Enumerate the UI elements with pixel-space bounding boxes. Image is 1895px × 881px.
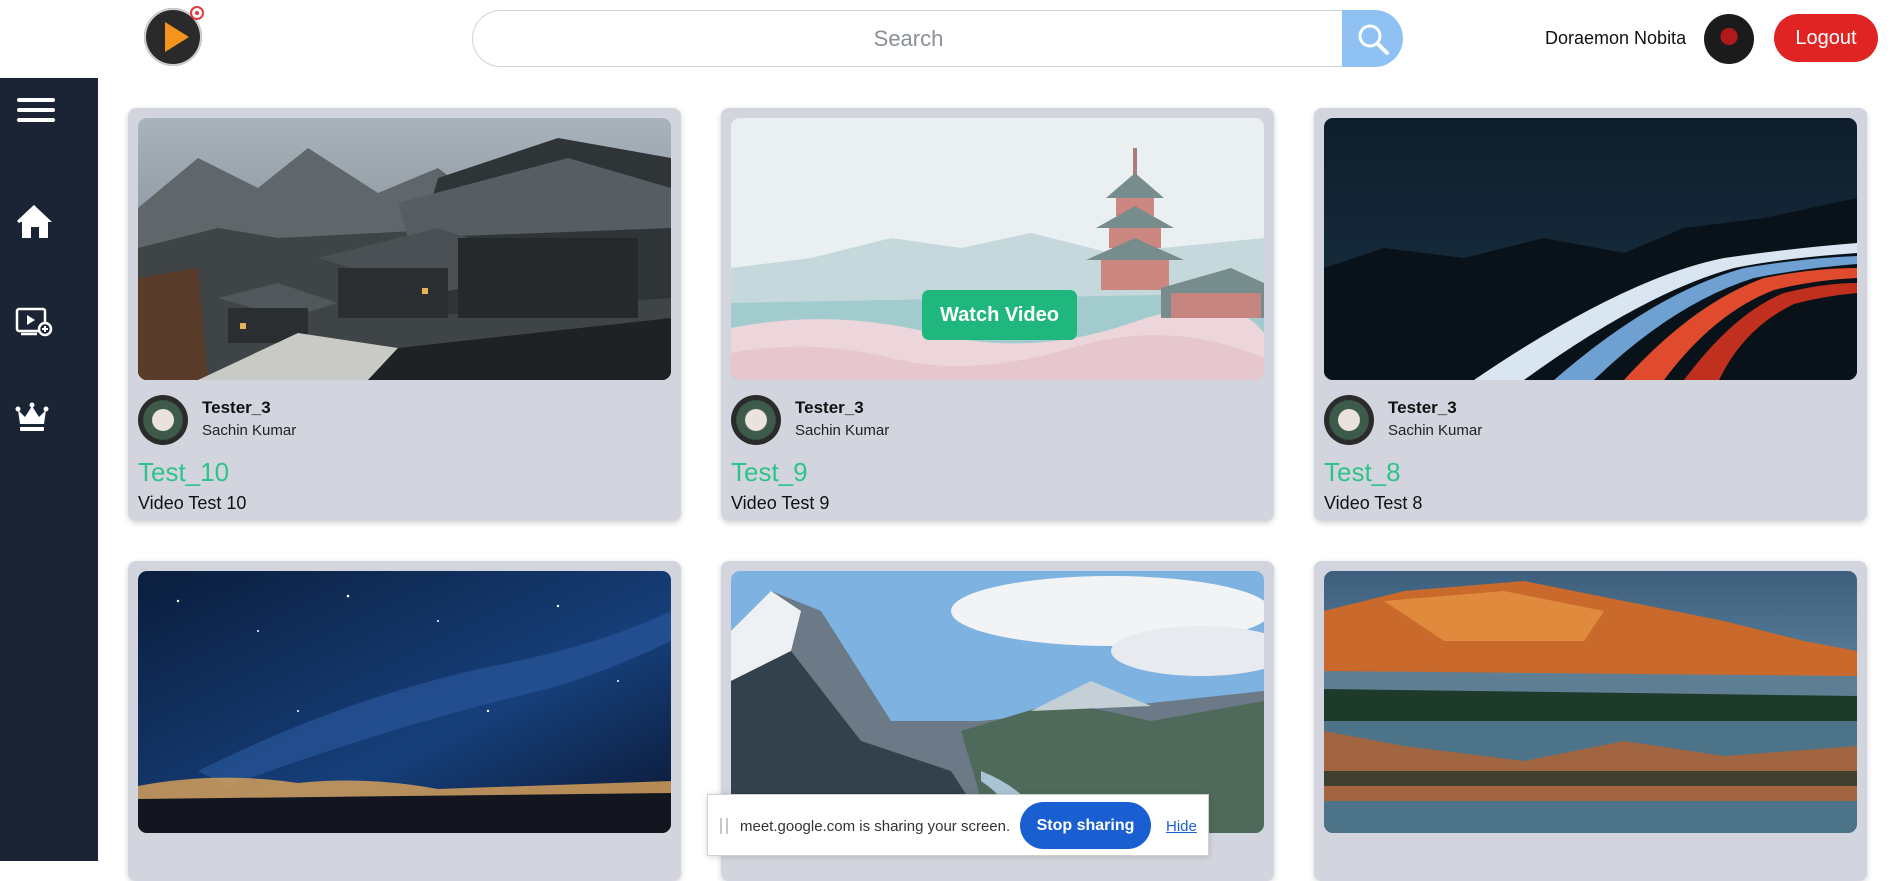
hide-link[interactable]: Hide xyxy=(1166,818,1197,835)
app-logo[interactable] xyxy=(144,6,204,66)
share-message: meet.google.com is sharing your screen. xyxy=(740,818,1011,835)
video-thumbnail[interactable] xyxy=(1324,571,1857,833)
uploader-name[interactable]: Tester_3 xyxy=(202,398,271,418)
home-icon[interactable] xyxy=(15,203,57,245)
video-thumbnail[interactable] xyxy=(138,571,671,833)
uploader-fullname: Sachin Kumar xyxy=(795,422,890,439)
video-title[interactable]: Test_8 xyxy=(1324,457,1401,488)
user-avatar[interactable] xyxy=(1704,14,1754,64)
menu-icon[interactable] xyxy=(15,95,57,137)
video-thumbnail[interactable] xyxy=(1324,118,1857,380)
watch-video-button[interactable]: Watch Video xyxy=(922,290,1077,340)
video-thumbnail[interactable] xyxy=(138,118,671,380)
video-card[interactable]: Tester_3 Sachin Kumar Test_10 Video Test… xyxy=(128,108,681,521)
video-card[interactable]: Watch Video Tester_3 Sachin Kumar Test_9… xyxy=(721,108,1274,521)
search-input[interactable] xyxy=(472,10,1344,67)
search-icon xyxy=(1358,24,1389,55)
uploader-avatar[interactable] xyxy=(1324,395,1374,445)
uploader-fullname: Sachin Kumar xyxy=(202,422,297,439)
top-header: Doraemon Nobita Logout xyxy=(0,0,1895,78)
crown-icon[interactable] xyxy=(15,400,57,442)
video-card[interactable] xyxy=(128,561,681,881)
video-card[interactable]: Tester_3 Sachin Kumar Test_8 Video Test … xyxy=(1314,108,1867,521)
video-card[interactable] xyxy=(1314,561,1867,881)
screen-share-bar: meet.google.com is sharing your screen. … xyxy=(707,794,1209,856)
uploader-avatar[interactable] xyxy=(731,395,781,445)
uploader-avatar[interactable] xyxy=(138,395,188,445)
video-thumbnail[interactable]: Watch Video xyxy=(731,118,1264,380)
user-name: Doraemon Nobita xyxy=(1545,28,1687,48)
search-button[interactable] xyxy=(1342,10,1403,67)
video-description: Video Test 10 xyxy=(138,493,247,513)
uploader-fullname: Sachin Kumar xyxy=(1388,422,1483,439)
sidebar xyxy=(0,78,98,861)
stop-sharing-button[interactable]: Stop sharing xyxy=(1020,802,1151,849)
video-upload-icon[interactable] xyxy=(15,306,57,348)
drag-handle-icon[interactable] xyxy=(720,818,728,834)
video-title[interactable]: Test_10 xyxy=(138,457,229,488)
uploader-name[interactable]: Tester_3 xyxy=(1388,398,1457,418)
live-indicator-icon xyxy=(190,6,204,20)
uploader-name[interactable]: Tester_3 xyxy=(795,398,864,418)
logout-button[interactable]: Logout xyxy=(1774,14,1878,62)
search-bar xyxy=(472,10,1403,67)
video-title[interactable]: Test_9 xyxy=(731,457,808,488)
play-icon xyxy=(165,22,189,52)
video-description: Video Test 9 xyxy=(731,493,830,513)
video-description: Video Test 8 xyxy=(1324,493,1423,513)
